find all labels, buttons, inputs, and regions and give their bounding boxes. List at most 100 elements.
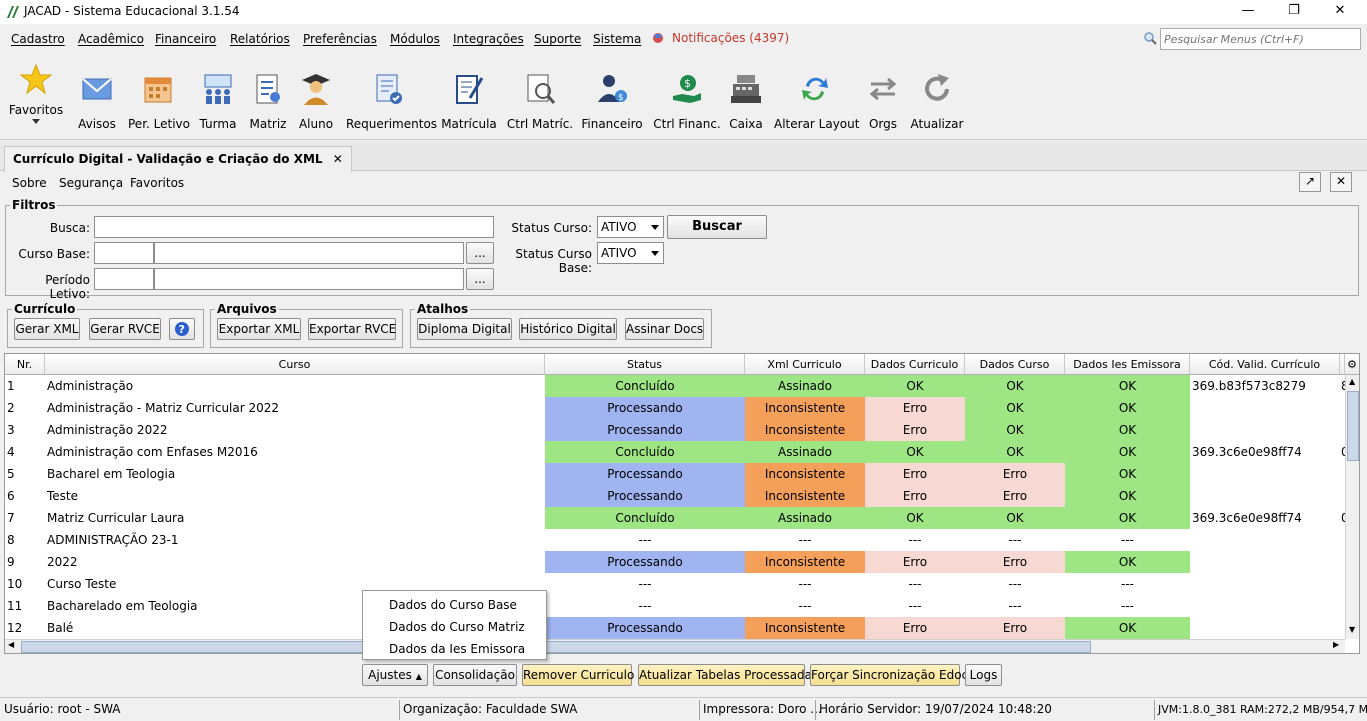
tab-curriculo-digital[interactable]: Currículo Digital - Validação e Criação … (4, 146, 352, 172)
table-row[interactable]: 11 Bacharelado em Teologia --- --- --- --- --- (5, 595, 1345, 617)
menu-sistema[interactable]: Sistema (593, 32, 641, 46)
notifications-link[interactable]: Notificações (4397) (672, 31, 789, 45)
scroll-down-icon[interactable]: ▼ (1349, 625, 1355, 634)
exportar-rvce-button[interactable]: Exportar RVCE (308, 318, 396, 340)
toolbar-ctrl-financ[interactable]: $ Ctrl Financ. (652, 72, 722, 131)
assinar-docs-button[interactable]: Assinar Docs (625, 318, 704, 340)
exportar-xml-button[interactable]: Exportar XML (217, 318, 301, 340)
main-toolbar: Favoritos Avisos Per. Letivo Turma Matri… (0, 54, 1367, 140)
column-header-curso[interactable]: Curso (45, 354, 545, 375)
help-button[interactable]: ? (169, 318, 195, 340)
curso-base-code-input[interactable] (94, 242, 154, 264)
menu-suporte[interactable]: Suporte (534, 32, 581, 46)
gerar-rvce-button[interactable]: Gerar RVCE (89, 318, 161, 340)
table-row[interactable]: 4 Administração com Enfases M2016 Concluíd… (5, 441, 1345, 463)
column-settings-icon[interactable]: ⚙ (1345, 354, 1359, 375)
close-screen-icon[interactable]: ✕ (1330, 172, 1352, 192)
scroll-left-icon[interactable]: ◀ (8, 640, 14, 649)
toolbar-avisos[interactable]: Avisos (76, 72, 118, 131)
curso-base-label: Curso Base: (18, 247, 90, 261)
column-header-dados-ies[interactable]: Dados Ies Emissora (1065, 354, 1190, 375)
menu-modulos[interactable]: Módulos (390, 32, 440, 46)
menu-cadastro[interactable]: Cadastro (11, 32, 65, 46)
popup-dados-curso-base[interactable]: Dados do Curso Base (389, 598, 517, 612)
toolbar-matricula[interactable]: Matrícula (440, 72, 498, 131)
vertical-scrollbar[interactable]: ▲ ▼ (1345, 375, 1359, 639)
column-header-dados-curso[interactable]: Dados Curso (965, 354, 1065, 375)
status-curso-select[interactable]: ATIVO (597, 216, 664, 238)
table-row[interactable]: 2 Administração - Matriz Curricular 2022 P… (5, 397, 1345, 419)
menu-search-input[interactable] (1164, 31, 1360, 47)
menu-search-field[interactable] (1160, 28, 1361, 50)
status-separator (815, 700, 816, 720)
column-header-dados-curriculo[interactable]: Dados Curriculo (865, 354, 965, 375)
consolidacao-button[interactable]: Consolidação (433, 664, 517, 686)
menu-academico[interactable]: Acadêmico (78, 32, 144, 46)
periodo-letivo-name-input[interactable] (154, 268, 464, 290)
submenu-seguranca[interactable]: Segurança (59, 176, 123, 190)
detach-window-icon[interactable]: ↗ (1299, 172, 1321, 192)
close-tab-icon[interactable]: ✕ (333, 152, 343, 166)
vertical-scroll-thumb[interactable] (1347, 391, 1359, 461)
table-row[interactable]: 8 ADMINISTRAÇÃO 23-1 --- --- --- --- --- (5, 529, 1345, 551)
toolbar-aluno[interactable]: Aluno (296, 72, 336, 131)
table-row[interactable]: 3 Administração 2022 Processando Inconsiste… (5, 419, 1345, 441)
toolbar-caixa[interactable]: Caixa (728, 72, 764, 131)
periodo-letivo-browse-button[interactable]: ... (466, 268, 494, 290)
status-curso-base-select[interactable]: ATIVO (597, 242, 664, 264)
toolbar-matriz[interactable]: Matriz (248, 72, 288, 131)
toolbar-per-letivo[interactable]: Per. Letivo (128, 72, 190, 131)
toolbar-turma[interactable]: Turma (198, 72, 238, 131)
table-row[interactable]: 10 Curso Teste --- --- --- --- --- (5, 573, 1345, 595)
scroll-up-icon[interactable]: ▲ (1349, 377, 1355, 386)
toolbar-financeiro[interactable]: $ Financeiro (580, 72, 644, 131)
column-header-status[interactable]: Status (545, 354, 745, 375)
table-row[interactable]: 1 Administração Concluído Assinado OK OK OK 369… (5, 375, 1345, 397)
forcar-sincronizacao-button[interactable]: Forçar Sincronização Edoc (810, 664, 968, 686)
menu-relatorios[interactable]: Relatórios (230, 32, 290, 46)
close-window-button[interactable]: ✕ (1317, 0, 1363, 24)
cell-cod-valid (1190, 551, 1340, 573)
scroll-right-icon[interactable]: ▶ (1333, 640, 1339, 649)
periodo-letivo-code-input[interactable] (94, 268, 154, 290)
table-row[interactable]: 5 Bacharel em Teologia Processando Inconsis… (5, 463, 1345, 485)
gerar-xml-button[interactable]: Gerar XML (14, 318, 80, 340)
popup-dados-ies-emissora[interactable]: Dados da Ies Emissora (389, 642, 525, 656)
table-row[interactable]: 12 Balé Processando Inconsistente Erro Erro OK (5, 617, 1345, 639)
toolbar-orgs[interactable]: Orgs (866, 72, 900, 131)
table-row[interactable]: 6 Teste Processando Inconsistente Erro Erro OK (5, 485, 1345, 507)
menu-financeiro[interactable]: Financeiro (155, 32, 216, 46)
curso-base-browse-button[interactable]: ... (466, 242, 494, 264)
menu-integracoes[interactable]: Integrações (453, 32, 524, 46)
remover-curriculo-button[interactable]: Remover Curriculo (522, 664, 634, 686)
cell-dados-curso: OK (965, 441, 1065, 463)
atualizar-tabelas-button[interactable]: Atualizar Tabelas Processadas (638, 664, 818, 686)
busca-input[interactable] (94, 216, 494, 238)
toolbar-alterar-layout[interactable]: Alterar Layout (774, 72, 859, 131)
buscar-button[interactable]: Buscar (667, 215, 767, 239)
table-row[interactable]: 9 2022 Processando Inconsistente Erro Erro OK (5, 551, 1345, 573)
star-icon (19, 63, 53, 95)
column-header-nr[interactable]: Nr. (5, 354, 45, 375)
ajustes-button[interactable]: Ajustes ▲ (362, 664, 428, 686)
title-bar: JACAD - Sistema Educacional 3.1.54 — ❐ ✕ (0, 0, 1367, 24)
toolbar-requerimentos[interactable]: Requerimentos (346, 72, 437, 131)
toolbar-favoritos[interactable]: Favoritos (8, 62, 64, 124)
toolbar-atualizar[interactable]: Atualizar (910, 72, 964, 131)
popup-dados-curso-matriz[interactable]: Dados do Curso Matriz (389, 620, 525, 634)
logs-button[interactable]: Logs (965, 664, 1002, 686)
menu-preferencias[interactable]: Preferências (303, 32, 377, 46)
submenu-favoritos[interactable]: Favoritos (130, 176, 184, 190)
minimize-button[interactable]: — (1225, 0, 1271, 24)
historico-digital-button[interactable]: Histórico Digital (519, 318, 617, 340)
column-header-cod-valid[interactable]: Cód. Valid. Currículo (1190, 354, 1340, 375)
horizontal-scroll-thumb[interactable] (21, 641, 1091, 653)
toolbar-ctrl-matric[interactable]: Ctrl Matríc. (506, 72, 574, 131)
table-row[interactable]: 7 Matriz Curricular Laura Concluído Assinad… (5, 507, 1345, 529)
curso-base-name-input[interactable] (154, 242, 464, 264)
column-header-xml[interactable]: Xml Curriculo (745, 354, 865, 375)
horizontal-scrollbar[interactable]: ◀ ▶ (5, 639, 1345, 653)
maximize-button[interactable]: ❐ (1271, 0, 1317, 24)
submenu-sobre[interactable]: Sobre (12, 176, 47, 190)
diploma-digital-button[interactable]: Diploma Digital (417, 318, 512, 340)
